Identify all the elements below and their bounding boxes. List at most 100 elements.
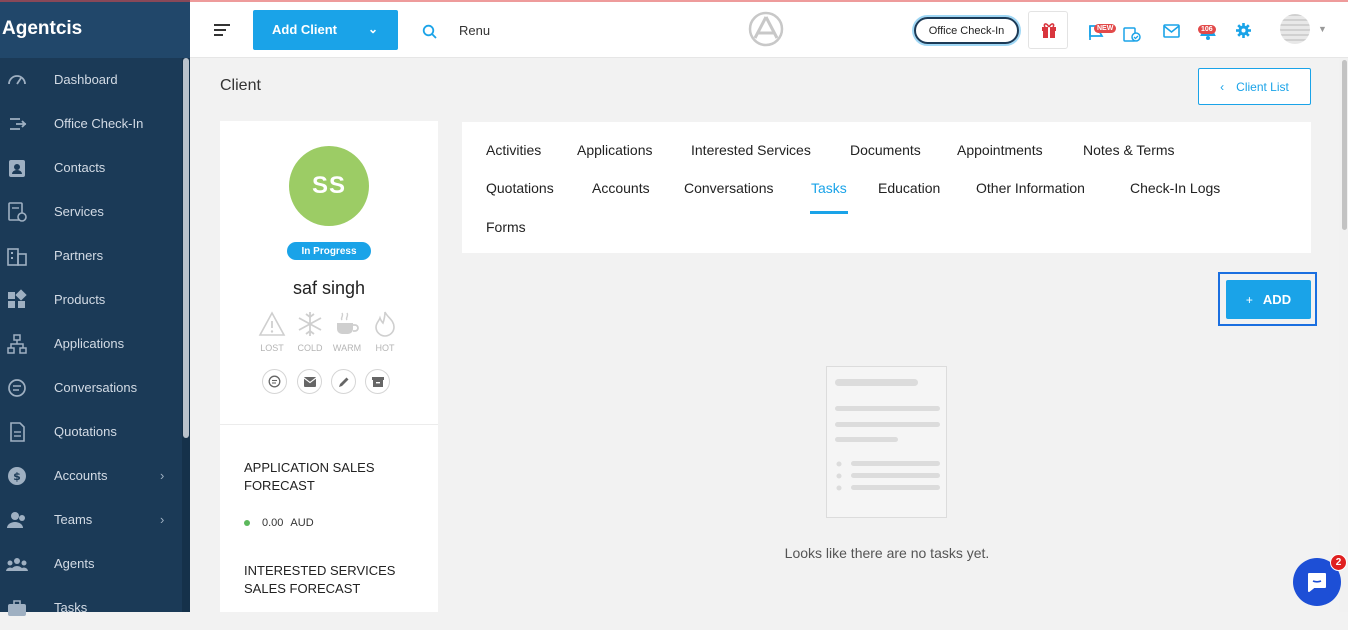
- sidebar-item-label: Services: [54, 204, 104, 219]
- tab-activities[interactable]: Activities: [486, 142, 541, 158]
- edit-action-button[interactable]: [331, 369, 356, 394]
- client-avatar: SS: [289, 146, 369, 226]
- add-task-label: ADD: [1262, 292, 1292, 307]
- sidebar-item-services[interactable]: Services: [0, 190, 190, 234]
- chat-action-button[interactable]: [262, 369, 287, 394]
- empty-tasks-message: Looks like there are no tasks yet.: [784, 545, 990, 561]
- office-check-in-button[interactable]: Office Check-In: [914, 17, 1019, 44]
- sidebar-item-tasks[interactable]: Tasks: [0, 586, 190, 630]
- quotations-icon: [10, 422, 25, 442]
- sidebar-item-contacts[interactable]: Contacts: [0, 146, 190, 190]
- add-client-button[interactable]: Add Client ⌄: [253, 10, 398, 50]
- email-action-button[interactable]: [297, 369, 322, 394]
- brand-logo[interactable]: Agentcis: [0, 0, 190, 58]
- tab-quotations[interactable]: Quotations: [486, 180, 554, 196]
- page-title: Client: [220, 77, 261, 94]
- card-divider: [220, 424, 438, 425]
- chevron-down-icon[interactable]: ▼: [1318, 24, 1327, 34]
- notification-count-badge: 106: [1198, 25, 1216, 34]
- tab-notes-terms[interactable]: Notes & Terms: [1083, 142, 1175, 158]
- chat-icon: [268, 375, 281, 388]
- mail-icon[interactable]: [1163, 24, 1180, 38]
- sidebar-item-label: Dashboard: [54, 72, 118, 87]
- chat-unread-badge: 2: [1330, 554, 1347, 571]
- sidebar-item-applications[interactable]: Applications: [0, 322, 190, 366]
- agentcis-logo-icon[interactable]: [748, 11, 784, 47]
- rating-cold[interactable]: COLD: [295, 311, 325, 353]
- status-badge: In Progress: [287, 242, 371, 260]
- sidebar-item-accounts[interactable]: $ Accounts ›: [0, 454, 190, 498]
- tab-check-in-logs[interactable]: Check-In Logs: [1130, 180, 1220, 196]
- fire-icon: [375, 311, 395, 337]
- empty-tasks-illustration: [826, 366, 947, 518]
- tasks-icon: [8, 600, 26, 616]
- products-icon: [8, 289, 27, 308]
- check-in-icon: [10, 118, 27, 130]
- add-task-button[interactable]: + ADD: [1226, 280, 1311, 319]
- client-list-button[interactable]: ‹ Client List: [1198, 68, 1311, 105]
- sidebar-item-quotations[interactable]: Quotations: [0, 410, 190, 454]
- archive-action-button[interactable]: [365, 369, 390, 394]
- tab-forms[interactable]: Forms: [486, 219, 526, 235]
- plus-icon: +: [1245, 292, 1253, 307]
- svg-text:$: $: [13, 470, 21, 483]
- rating-lost[interactable]: LOST: [257, 311, 287, 353]
- sidebar-scrollbar-thumb[interactable]: [183, 58, 189, 438]
- sidebar-item-partners[interactable]: Partners: [0, 234, 190, 278]
- snowflake-icon: [298, 312, 322, 336]
- task-check-icon[interactable]: [1123, 25, 1141, 43]
- tab-applications[interactable]: Applications: [577, 142, 653, 158]
- tab-accounts[interactable]: Accounts: [592, 180, 650, 196]
- sidebar-item-label: Tasks: [54, 600, 88, 615]
- gift-button[interactable]: [1028, 11, 1068, 49]
- teams-icon: [7, 512, 25, 528]
- application-forecast-value: 0.00 AUD: [244, 517, 314, 529]
- sidebar-item-teams[interactable]: Teams ›: [0, 498, 190, 542]
- sidebar-item-label: Products: [54, 292, 106, 307]
- sidebar-item-products[interactable]: Products: [0, 278, 190, 322]
- tab-appointments[interactable]: Appointments: [957, 142, 1043, 158]
- sidebar-item-agents[interactable]: Agents: [0, 542, 190, 586]
- add-client-label: Add Client: [272, 22, 337, 37]
- menu-toggle-icon[interactable]: [214, 24, 230, 36]
- user-avatar[interactable]: [1280, 14, 1310, 44]
- sidebar-item-label: Accounts: [54, 468, 108, 483]
- sidebar-item-label: Contacts: [54, 160, 106, 175]
- rating-label: WARM: [332, 343, 362, 353]
- agents-icon: [6, 558, 28, 571]
- tab-conversations[interactable]: Conversations: [684, 180, 774, 196]
- sidebar-item-label: Conversations: [54, 380, 138, 395]
- tab-tasks[interactable]: Tasks: [811, 180, 847, 196]
- client-list-label: Client List: [1236, 79, 1289, 94]
- page-scrollbar-thumb[interactable]: [1342, 60, 1347, 230]
- sidebar-item-label: Office Check-In: [54, 116, 144, 131]
- rating-label: HOT: [375, 343, 395, 353]
- sidebar-item-dashboard[interactable]: Dashboard: [0, 58, 190, 102]
- applications-icon: [7, 334, 27, 354]
- gift-icon: [1042, 23, 1056, 38]
- sidebar-item-label: Applications: [54, 336, 125, 351]
- gear-icon[interactable]: [1235, 22, 1252, 39]
- rating-hot[interactable]: HOT: [370, 311, 400, 353]
- rating-label: COLD: [297, 343, 323, 353]
- client-name: saf singh: [292, 278, 366, 298]
- coffee-cup-icon: [337, 312, 359, 334]
- tab-interested-services[interactable]: Interested Services: [691, 142, 811, 158]
- chevron-right-icon: ›: [160, 512, 165, 527]
- search-input[interactable]: Renu: [459, 23, 490, 38]
- services-icon: [8, 202, 27, 222]
- top-bar: Add Client ⌄ Renu Office Check-In NEW 10…: [190, 0, 1348, 58]
- sidebar-item-label: Teams: [54, 512, 93, 527]
- tab-education[interactable]: Education: [878, 180, 940, 196]
- tab-documents[interactable]: Documents: [850, 142, 921, 158]
- sidebar-item-office-check-in[interactable]: Office Check-In: [0, 102, 190, 146]
- chevron-down-icon[interactable]: ⌄: [368, 22, 378, 36]
- client-profile-card: SS In Progress saf singh LOST COLD WARM …: [220, 121, 438, 612]
- search-icon[interactable]: [422, 24, 438, 40]
- rating-warm[interactable]: WARM: [332, 311, 362, 353]
- sidebar-item-conversations[interactable]: Conversations: [0, 366, 190, 410]
- top-accent-line: [0, 0, 1348, 2]
- client-tabs: Activities Applications Interested Servi…: [462, 122, 1311, 253]
- tab-other-information[interactable]: Other Information: [976, 180, 1085, 196]
- active-tab-indicator: [810, 211, 848, 214]
